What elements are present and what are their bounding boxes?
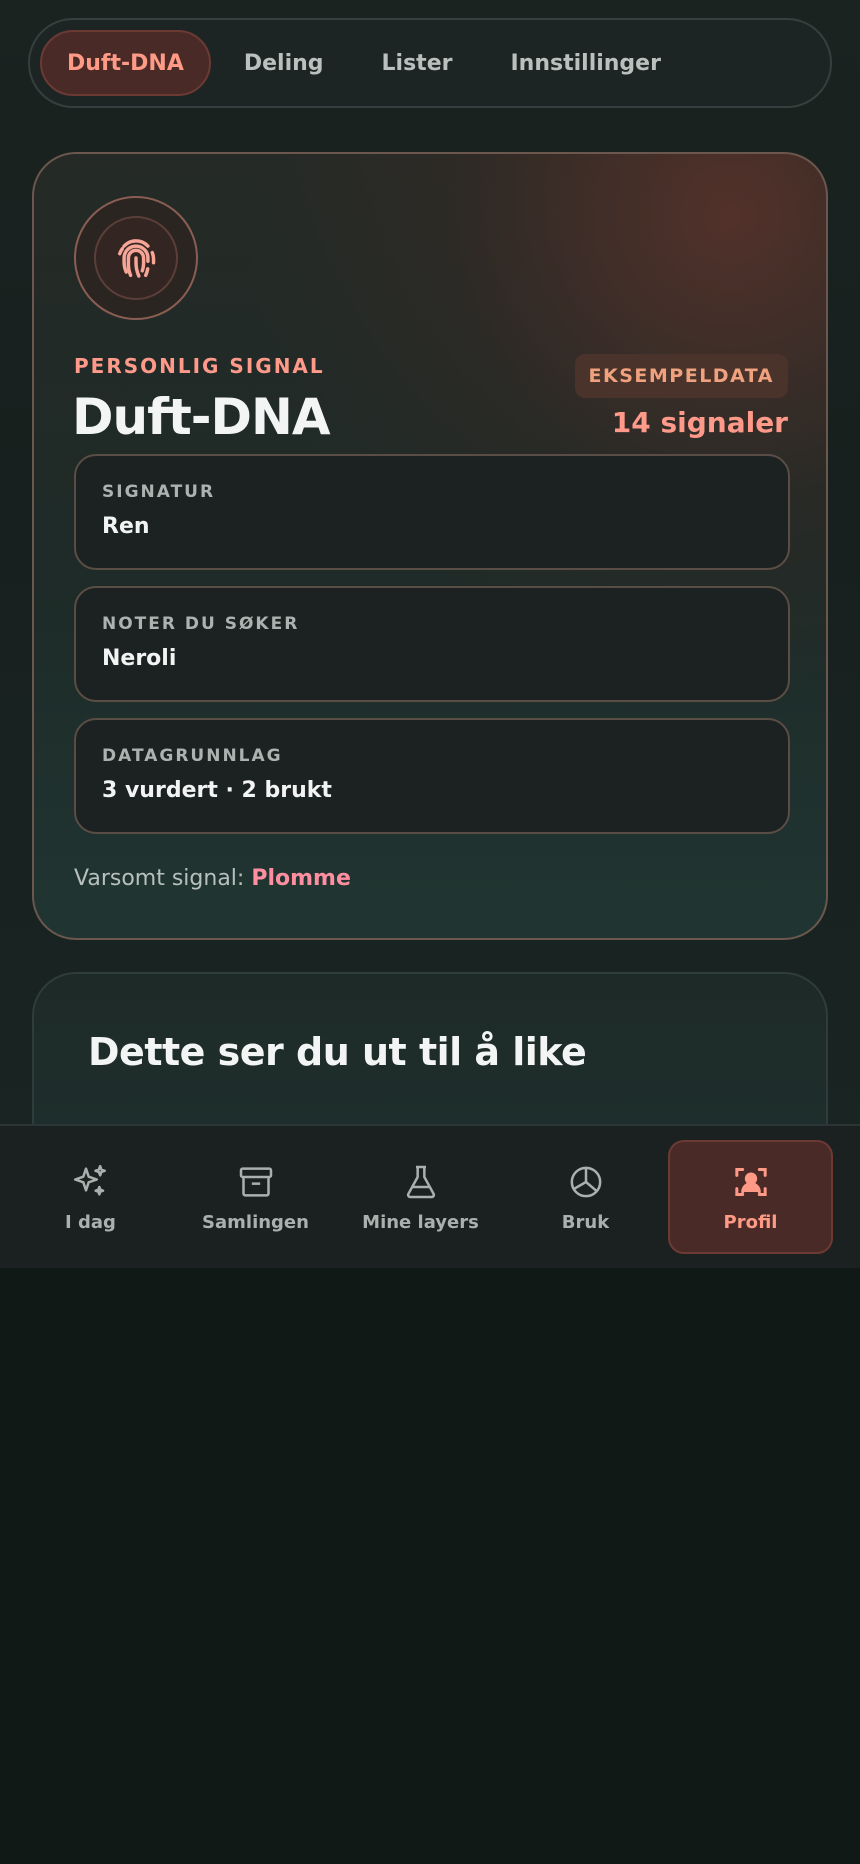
- top-tab-bar: Duft-DNA Deling Lister Innstillinger: [28, 18, 832, 108]
- sample-data-badge: EKSEMPELDATA: [574, 354, 788, 398]
- nav-item-i-dag[interactable]: I dag: [8, 1140, 173, 1254]
- card-title: Duft-DNA: [72, 388, 331, 446]
- duft-dna-card: PERSONLIG SIGNAL Duft-DNA EKSEMPELDATA 1…: [32, 152, 828, 940]
- fingerprint-badge: [74, 196, 198, 320]
- nav-item-profil[interactable]: Profil: [668, 1140, 833, 1254]
- likes-card-title: Dette ser du ut til å like: [88, 1030, 587, 1074]
- eyebrow-label: PERSONLIG SIGNAL: [74, 354, 325, 378]
- chart-pie-icon: [570, 1166, 601, 1197]
- sparkles-icon: [73, 1164, 106, 1196]
- nav-item-samlingen[interactable]: Samlingen: [173, 1140, 338, 1254]
- info-value: Neroli: [102, 646, 177, 671]
- warning-signal-line: Varsomt signal: Plomme: [74, 866, 351, 891]
- info-value: 3 vurdert · 2 brukt: [102, 778, 332, 803]
- fingerprint-icon: [118, 239, 156, 278]
- info-box-signatur: SIGNATUR Ren: [74, 454, 790, 570]
- tab-deling[interactable]: Deling: [219, 30, 349, 96]
- nav-item-bruk[interactable]: Bruk: [503, 1140, 668, 1254]
- bottom-nav: I dag Samlingen Mine layers Bruk Profil: [0, 1124, 860, 1268]
- nav-label: Profil: [723, 1211, 778, 1233]
- nav-label: Mine layers: [362, 1211, 479, 1233]
- info-box-datagrunnlag: DATAGRUNNLAG 3 vurdert · 2 brukt: [74, 718, 790, 834]
- info-label: DATAGRUNNLAG: [102, 746, 283, 766]
- tab-lister[interactable]: Lister: [357, 30, 478, 96]
- info-label: SIGNATUR: [102, 482, 216, 502]
- archive-box-icon: [239, 1166, 272, 1197]
- nav-label: Samlingen: [202, 1211, 309, 1233]
- warning-prefix: Varsomt signal:: [74, 866, 245, 891]
- app-surface: Duft-DNA Deling Lister Innstillinger PER…: [0, 0, 860, 1268]
- user-focus-icon: [734, 1167, 767, 1196]
- info-box-noter: NOTER DU SØKER Neroli: [74, 586, 790, 702]
- tab-duft-dna[interactable]: Duft-DNA: [40, 30, 211, 96]
- signal-count: 14 signaler: [611, 406, 788, 439]
- nav-item-mine-layers[interactable]: Mine layers: [338, 1140, 503, 1254]
- warning-value: Plomme: [251, 866, 351, 891]
- nav-label: I dag: [65, 1211, 116, 1233]
- flask-icon: [406, 1165, 435, 1198]
- tab-innstillinger[interactable]: Innstillinger: [485, 30, 685, 96]
- info-label: NOTER DU SØKER: [102, 614, 300, 634]
- nav-label: Bruk: [561, 1211, 610, 1233]
- info-value: Ren: [102, 514, 150, 539]
